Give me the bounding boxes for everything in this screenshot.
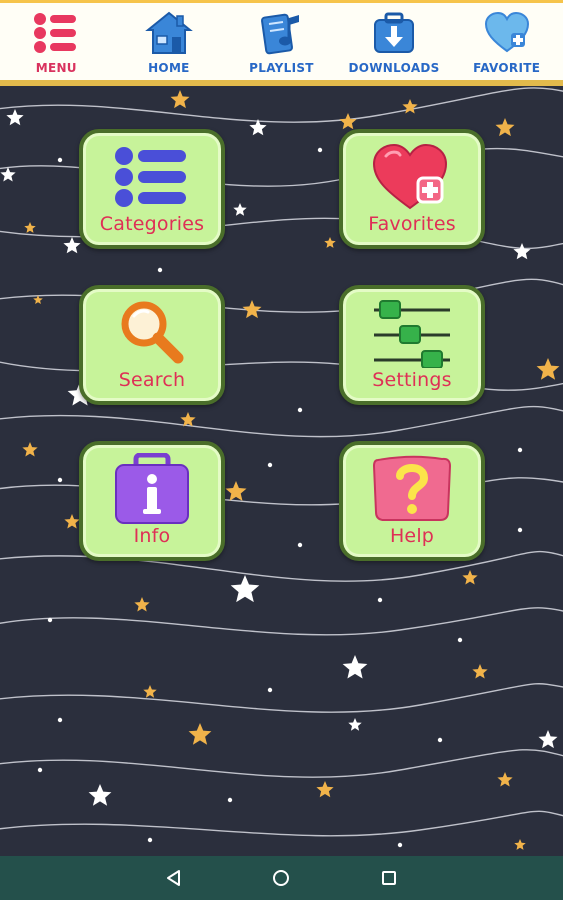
categories-label: Categories <box>99 213 205 235</box>
star-decoration <box>143 685 157 698</box>
star-dot-decoration <box>297 407 303 413</box>
home-circle-icon <box>273 870 290 886</box>
list-icon <box>30 9 82 57</box>
star-decoration <box>225 481 247 501</box>
house-icon <box>143 9 195 57</box>
star-decoration <box>63 237 81 254</box>
heart-plus-icon <box>481 9 533 57</box>
download-icon <box>368 9 420 57</box>
star-decoration <box>536 358 560 380</box>
favorites-label: Favorites <box>368 213 456 235</box>
starry-background <box>0 87 563 850</box>
nav-favorite-button[interactable]: FAVORITE <box>450 9 563 80</box>
star-dot-decoration <box>157 267 163 273</box>
music-note-icon <box>255 9 307 57</box>
star-decoration <box>342 655 368 679</box>
search-label: Search <box>118 369 186 391</box>
star-decoration <box>495 118 515 137</box>
star-decoration <box>0 167 16 182</box>
star-dot-decoration <box>57 157 63 163</box>
star-decoration <box>170 90 190 109</box>
system-navigation-bar <box>0 856 563 900</box>
categories-button[interactable]: Categories <box>79 129 225 249</box>
star-decoration <box>88 784 112 806</box>
nav-menu-label: MENU <box>35 61 77 75</box>
star-decoration <box>538 730 558 749</box>
magnifier-icon <box>107 297 197 369</box>
star-dot-decoration <box>267 462 273 468</box>
nav-downloads-label: DOWNLOADS <box>348 61 440 75</box>
star-decoration <box>324 237 336 248</box>
favorites-button[interactable]: Favorites <box>339 129 485 249</box>
star-decoration <box>348 718 362 731</box>
star-decoration <box>513 243 531 260</box>
star-decoration <box>316 781 334 798</box>
settings-label: Settings <box>372 369 452 391</box>
settings-button[interactable]: Settings <box>339 285 485 405</box>
top-navigation-bar: MENU HOME PLAYLIST DOWNLOADS FAVORITE <box>0 0 563 86</box>
star-decoration <box>497 772 513 787</box>
heart-plus-icon <box>367 141 457 213</box>
sliders-icon <box>367 297 457 369</box>
star-dot-decoration <box>397 842 403 848</box>
star-decoration <box>339 113 357 130</box>
star-dot-decoration <box>377 597 383 603</box>
star-decoration <box>22 442 38 457</box>
star-decoration <box>233 203 247 216</box>
back-triangle-icon <box>166 870 180 886</box>
star-decoration <box>402 99 418 114</box>
nav-playlist-label: PLAYLIST <box>249 61 314 75</box>
recents-square-icon <box>382 871 397 885</box>
star-decoration <box>24 222 36 233</box>
home-button[interactable] <box>261 858 301 898</box>
star-decoration <box>134 597 150 612</box>
star-dot-decoration <box>57 477 63 483</box>
info-briefcase-icon <box>107 453 197 525</box>
star-decoration <box>6 109 24 126</box>
star-dot-decoration <box>147 837 153 843</box>
bullet-list-icon <box>107 141 197 213</box>
question-mark-icon <box>367 453 457 525</box>
info-button[interactable]: Info <box>79 441 225 561</box>
star-dot-decoration <box>317 147 323 153</box>
star-dot-decoration <box>227 797 233 803</box>
star-decoration <box>514 839 526 850</box>
star-dot-decoration <box>437 737 443 743</box>
star-decoration <box>472 664 488 679</box>
recents-button[interactable] <box>369 858 409 898</box>
star-dot-decoration <box>47 617 53 623</box>
star-dot-decoration <box>37 767 43 773</box>
nav-home-label: HOME <box>148 61 190 75</box>
back-button[interactable] <box>154 858 194 898</box>
star-dot-decoration <box>517 447 523 453</box>
star-decoration <box>64 514 80 529</box>
info-label: Info <box>133 525 171 547</box>
star-dot-decoration <box>57 717 63 723</box>
star-dot-decoration <box>517 527 523 533</box>
nav-playlist-button[interactable]: PLAYLIST <box>225 9 338 80</box>
star-decoration <box>230 575 260 603</box>
star-decoration <box>242 300 262 319</box>
star-decoration <box>462 570 478 585</box>
nav-home-button[interactable]: HOME <box>113 9 226 80</box>
star-dot-decoration <box>267 687 273 693</box>
star-dot-decoration <box>457 637 463 643</box>
star-dot-decoration <box>297 542 303 548</box>
search-button[interactable]: Search <box>79 285 225 405</box>
help-label: Help <box>389 525 435 547</box>
nav-menu-button[interactable]: MENU <box>0 9 113 80</box>
nav-favorite-label: FAVORITE <box>473 61 541 75</box>
nav-downloads-button[interactable]: DOWNLOADS <box>338 9 451 80</box>
star-decoration <box>188 723 212 745</box>
help-button[interactable]: Help <box>339 441 485 561</box>
